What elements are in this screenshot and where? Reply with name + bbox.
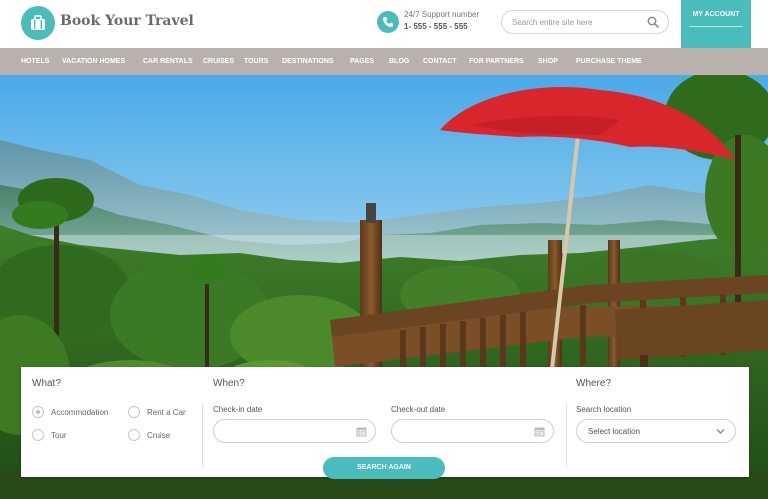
radio-label-rent-a-car[interactable]: Rent a Car	[147, 408, 186, 417]
nav-item-purchase-theme[interactable]: PURCHASE THEME	[576, 48, 642, 75]
site-search	[501, 10, 669, 34]
nav-item-vacation-homes[interactable]: VACATION HOMES	[62, 48, 125, 75]
account-label: MY ACCOUNT	[692, 11, 740, 18]
search-panel: What? When? Where? Accommodation Rent a …	[21, 367, 749, 479]
divider	[202, 403, 203, 467]
logo-text[interactable]: Book Your Travel	[60, 13, 194, 29]
nav-item-shop[interactable]: SHOP	[538, 48, 558, 75]
nav-item-tours[interactable]: TOURS	[244, 48, 268, 75]
radio-label-cruise[interactable]: Cruise	[147, 431, 170, 440]
site-header: Book Your Travel 24/7 Support number 1- …	[0, 0, 768, 68]
when-title: When?	[213, 378, 245, 389]
ribbon-divider	[689, 26, 743, 27]
checkin-date-input[interactable]	[213, 419, 376, 443]
nav-item-destinations[interactable]: DESTINATIONS	[282, 48, 334, 75]
nav-item-for-partners[interactable]: FOR PARTNERS	[469, 48, 524, 75]
phone-icon	[377, 11, 399, 33]
chevron-down-icon	[716, 429, 725, 434]
search-again-button[interactable]: SEARCH AGAIN	[323, 457, 445, 479]
checkin-label: Check-in date	[213, 405, 263, 414]
nav-item-hotels[interactable]: HOTELS	[21, 48, 49, 75]
page: Book Your Travel 24/7 Support number 1- …	[0, 0, 768, 499]
support-phone: 1- 555 - 555 - 555	[404, 22, 468, 31]
calendar-icon	[534, 427, 545, 437]
main-nav: HOTELS VACATION HOMES CAR RENTALS CRUISE…	[0, 48, 768, 75]
location-select-value: Select location	[588, 427, 641, 436]
calendar-icon	[356, 427, 367, 437]
divider	[566, 403, 567, 467]
nav-item-car-rentals[interactable]: CAR RENTALS	[143, 48, 193, 75]
what-title: What?	[32, 378, 61, 389]
support-label: 24/7 Support number	[404, 10, 480, 19]
radio-tour[interactable]	[32, 429, 44, 441]
search-icon[interactable]	[647, 16, 659, 28]
location-select[interactable]: Select location	[576, 419, 736, 443]
checkout-label: Check-out date	[391, 405, 446, 414]
location-label: Search location	[576, 405, 632, 414]
nav-item-pages[interactable]: PAGES	[350, 48, 374, 75]
checkout-date-input[interactable]	[391, 419, 554, 443]
radio-rent-a-car[interactable]	[128, 406, 140, 418]
radio-cruise[interactable]	[128, 429, 140, 441]
suitcase-icon[interactable]	[21, 6, 55, 40]
radio-label-accommodation[interactable]: Accommodation	[51, 408, 108, 417]
search-input[interactable]	[512, 15, 642, 29]
radio-label-tour[interactable]: Tour	[51, 431, 67, 440]
nav-item-cruises[interactable]: CRUISES	[203, 48, 234, 75]
radio-accommodation[interactable]	[32, 406, 44, 418]
where-title: Where?	[576, 378, 612, 389]
nav-item-blog[interactable]: BLOG	[389, 48, 409, 75]
nav-item-contact[interactable]: CONTACT	[423, 48, 457, 75]
